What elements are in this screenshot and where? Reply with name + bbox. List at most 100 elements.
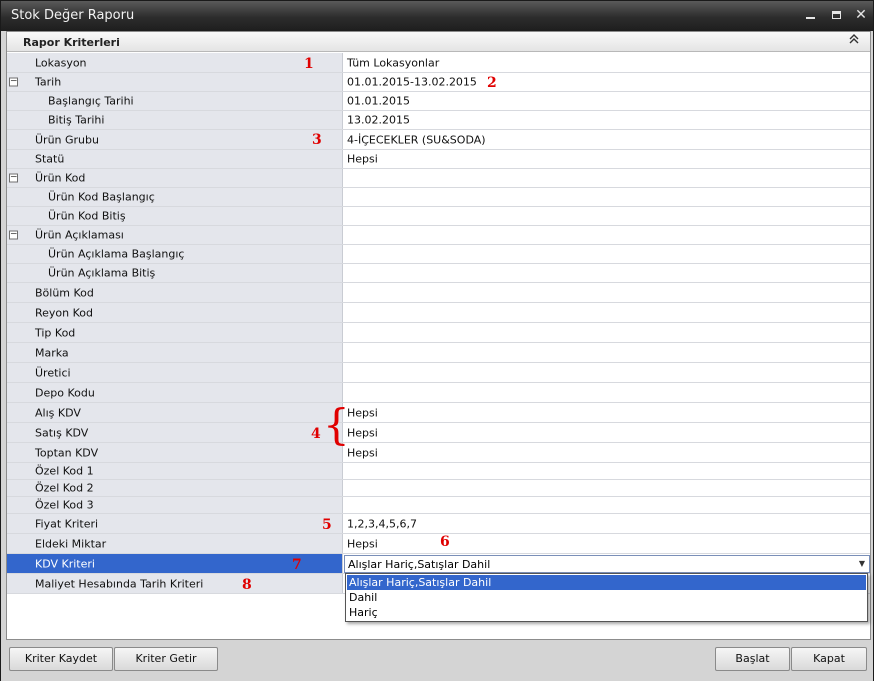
property-value-cell[interactable]: 01.01.2015-13.02.2015 <box>344 73 870 91</box>
property-value-cell[interactable]: Hepsi <box>344 423 870 442</box>
property-row[interactable]: − Ürün Açıklaması <box>7 226 870 245</box>
property-row[interactable]: Ürün Açıklama Başlangıç <box>7 245 870 264</box>
report-window: Stok Değer Raporu ✕ Rapor Kriterleri Lok… <box>0 0 874 681</box>
property-row[interactable]: Üretici <box>7 363 870 383</box>
property-value-cell[interactable] <box>344 207 870 225</box>
property-row[interactable]: − Tarih 01.01.2015-13.02.2015 <box>7 73 870 92</box>
property-label: Özel Kod 1 <box>35 464 94 478</box>
property-label: Ürün Açıklaması <box>35 228 124 242</box>
kdv-criteria-select[interactable]: Alışlar Hariç,Satışlar Dahil ▼ <box>344 555 870 573</box>
property-label: Başlangıç Tarihi <box>48 94 134 108</box>
property-value-cell[interactable]: 4-İÇECEKLER (SU&SODA) <box>344 130 870 149</box>
close-icon[interactable]: ✕ <box>852 7 870 23</box>
property-row[interactable]: Ürün Açıklama Bitiş <box>7 264 870 283</box>
property-label-cell: Tarih <box>20 73 343 91</box>
property-value-cell[interactable] <box>344 169 870 187</box>
row-gutter <box>7 383 20 402</box>
property-value-cell[interactable]: Hepsi <box>344 534 870 553</box>
property-value-cell[interactable]: Hepsi <box>344 443 870 462</box>
property-label-cell: Ürün Kod <box>20 169 343 187</box>
property-value-cell[interactable] <box>344 188 870 206</box>
property-row[interactable]: Özel Kod 1 <box>7 463 870 480</box>
save-criteria-button[interactable]: Kriter Kaydet <box>9 647 113 671</box>
property-row[interactable]: Alış KDV Hepsi <box>7 403 870 423</box>
property-row[interactable]: Ürün Kod Başlangıç <box>7 188 870 207</box>
property-value-cell[interactable] <box>344 245 870 263</box>
dropdown-option[interactable]: Alışlar Hariç,Satışlar Dahil <box>347 575 866 590</box>
property-value-cell[interactable]: 1,2,3,4,5,6,7 <box>344 514 870 533</box>
minimize-icon[interactable] <box>801 7 819 23</box>
collapse-chevron-icon[interactable] <box>847 34 861 48</box>
property-row[interactable]: Ürün Grubu 4-İÇECEKLER (SU&SODA) <box>7 130 870 150</box>
property-value-cell[interactable] <box>344 323 870 342</box>
property-row[interactable]: Bitiş Tarihi 13.02.2015 <box>7 111 870 130</box>
property-row[interactable]: Reyon Kod <box>7 303 870 323</box>
property-row[interactable]: Toptan KDV Hepsi <box>7 443 870 463</box>
property-label: Özel Kod 3 <box>35 498 94 512</box>
row-gutter <box>7 245 20 263</box>
property-value-cell[interactable] <box>344 283 870 302</box>
property-row[interactable]: Tip Kod <box>7 323 870 343</box>
load-criteria-button[interactable]: Kriter Getir <box>114 647 218 671</box>
property-row[interactable]: Statü Hepsi <box>7 150 870 169</box>
property-label: Maliyet Hesabında Tarih Kriteri <box>35 577 204 590</box>
dropdown-option[interactable]: Dahil <box>347 590 866 605</box>
property-value-cell[interactable] <box>344 343 870 362</box>
dropdown-option[interactable]: Hariç <box>347 605 866 620</box>
property-row[interactable]: Eldeki Miktar Hepsi <box>7 534 870 554</box>
property-value-cell[interactable]: 13.02.2015 <box>344 111 870 129</box>
property-label: Depo Kodu <box>35 386 95 399</box>
panel-title: Rapor Kriterleri <box>23 36 120 49</box>
property-label-cell: Ürün Kod Bitiş <box>20 207 343 225</box>
property-value: Tüm Lokasyonlar <box>347 56 440 69</box>
property-value-cell[interactable] <box>344 383 870 402</box>
property-label-cell: Lokasyon <box>20 53 343 72</box>
close-button[interactable]: Kapat <box>791 647 867 671</box>
property-row[interactable]: − Ürün Kod <box>7 169 870 188</box>
property-value-cell[interactable] <box>344 303 870 322</box>
annotation-marker: 7 <box>292 557 302 573</box>
property-row[interactable]: Başlangıç Tarihi 01.01.2015 <box>7 92 870 111</box>
title-bar[interactable]: Stok Değer Raporu ✕ <box>1 1 873 31</box>
property-value-cell[interactable] <box>344 480 870 496</box>
property-value-cell[interactable]: Hepsi <box>344 150 870 168</box>
property-row[interactable]: Depo Kodu <box>7 383 870 403</box>
property-row[interactable]: Marka <box>7 343 870 363</box>
property-value-cell[interactable]: Hepsi <box>344 403 870 422</box>
property-label: Ürün Kod Bitiş <box>48 209 126 223</box>
property-row[interactable]: Ürün Kod Bitiş <box>7 207 870 226</box>
property-value-cell[interactable] <box>344 226 870 244</box>
row-gutter <box>7 111 20 129</box>
property-label: Reyon Kod <box>35 306 94 319</box>
property-value-cell[interactable] <box>344 264 870 282</box>
chevron-down-icon[interactable]: ▼ <box>857 559 867 569</box>
collapse-minus-icon[interactable]: − <box>9 77 18 87</box>
property-row[interactable]: Satış KDV Hepsi <box>7 423 870 443</box>
property-row[interactable]: Özel Kod 2 <box>7 480 870 497</box>
property-label: Ürün Açıklama Başlangıç <box>48 247 185 261</box>
property-value-cell[interactable] <box>344 463 870 479</box>
property-row[interactable]: Fiyat Kriteri 1,2,3,4,5,6,7 <box>7 514 870 534</box>
property-label-cell: Özel Kod 2 <box>20 480 343 496</box>
annotation-marker: 8 <box>242 577 252 593</box>
property-label-cell: Tip Kod <box>20 323 343 342</box>
property-label: Bölüm Kod <box>35 286 94 299</box>
property-value-cell[interactable]: 01.01.2015 <box>344 92 870 110</box>
row-gutter <box>7 92 20 110</box>
property-label: Alış KDV <box>35 406 81 419</box>
property-row[interactable]: Lokasyon Tüm Lokasyonlar <box>7 53 870 73</box>
property-label-cell: Ürün Grubu <box>20 130 343 149</box>
start-button[interactable]: Başlat <box>715 647 790 671</box>
property-row[interactable]: Özel Kod 3 <box>7 497 870 514</box>
property-value-cell[interactable]: Tüm Lokasyonlar <box>344 53 870 72</box>
property-value-cell[interactable] <box>344 363 870 382</box>
row-gutter <box>7 150 20 168</box>
maximize-icon[interactable] <box>827 7 845 23</box>
panel-header[interactable]: Rapor Kriterleri <box>7 32 870 52</box>
property-row[interactable]: Bölüm Kod <box>7 283 870 303</box>
property-label-cell: Ürün Açıklama Bitiş <box>20 264 343 282</box>
collapse-minus-icon[interactable]: − <box>9 230 18 240</box>
property-label-cell: Bölüm Kod <box>20 283 343 302</box>
collapse-minus-icon[interactable]: − <box>9 173 18 183</box>
property-value-cell[interactable] <box>344 497 870 513</box>
